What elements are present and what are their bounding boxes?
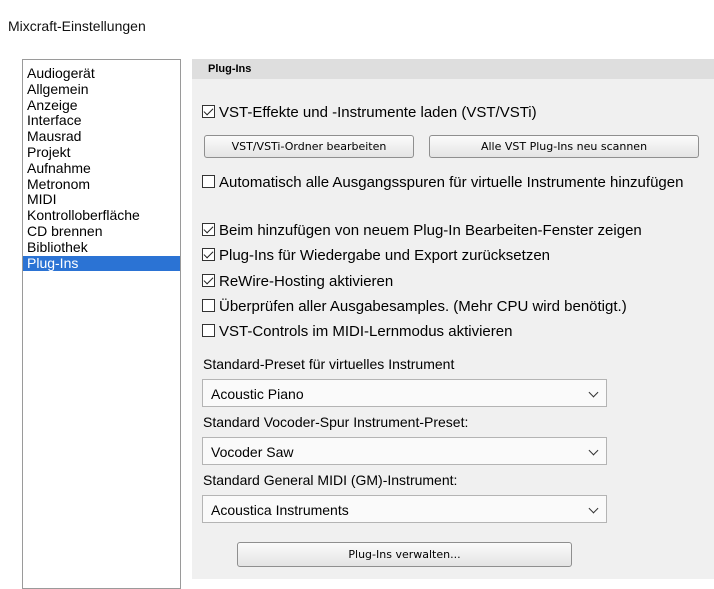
checkbox-label: VST-Controls im MIDI-Lernmodus aktiviere… — [219, 323, 513, 340]
sidebar-item-allgemein[interactable]: Allgemein — [23, 81, 180, 98]
checkbox-box[interactable] — [202, 324, 215, 337]
chevron-down-icon — [588, 387, 599, 398]
gm-instrument-select[interactable]: Acoustica Instruments — [202, 495, 607, 523]
checkbox-label: Überprüfen aller Ausgabesamples. (Mehr C… — [219, 298, 627, 315]
sidebar-item-midi[interactable]: MIDI — [23, 192, 180, 208]
vocoder-preset-label: Standard Vocoder-Spur Instrument-Preset: — [203, 414, 469, 430]
sidebar-item-interface[interactable]: Interface — [23, 113, 180, 129]
gm-instrument-label: Standard General MIDI (GM)-Instrument: — [203, 472, 458, 488]
plugins-settings-panel: Plug-Ins VST-Effekte und -Instrumente la… — [192, 59, 714, 579]
checkbox-box[interactable] — [202, 248, 215, 261]
chevron-down-icon — [588, 445, 599, 456]
settings-category-list: Audiogerät Allgemein Anzeige Interface M… — [22, 59, 181, 589]
select-value: Acoustica Instruments — [211, 502, 349, 518]
checkbox-box[interactable] — [202, 175, 215, 188]
checkbox-label: VST-Effekte und -Instrumente laden (VST/… — [219, 104, 537, 121]
edit-vst-folders-button[interactable]: VST/VSTi-Ordner bearbeiten — [204, 135, 414, 158]
sidebar-item-bibliothek[interactable]: Bibliothek — [23, 239, 180, 256]
window-title: Mixcraft-Einstellungen — [8, 18, 146, 34]
sidebar-item-metronom[interactable]: Metronom — [23, 176, 180, 193]
sidebar-item-mausrad[interactable]: Mausrad — [23, 128, 180, 145]
chevron-down-icon — [588, 503, 599, 514]
checkbox-box[interactable] — [202, 274, 215, 287]
sidebar-item-anzeige[interactable]: Anzeige — [23, 97, 180, 114]
checkbox-label: Automatisch alle Ausgangsspuren für virt… — [219, 174, 684, 191]
vocoder-preset-select[interactable]: Vocoder Saw — [202, 437, 607, 465]
sidebar-item-aufnahme[interactable]: Aufnahme — [23, 160, 180, 177]
sidebar-item-kontrolloberflaeche[interactable]: Kontrolloberfläche — [23, 207, 180, 224]
checkbox-box[interactable] — [202, 299, 215, 312]
panel-header: Plug-Ins — [192, 59, 714, 79]
checkbox-box[interactable] — [202, 105, 215, 118]
sidebar-item-cd-brennen[interactable]: CD brennen — [23, 223, 180, 240]
sidebar-item-audiogeraet[interactable]: Audiogerät — [23, 65, 180, 82]
instrument-preset-select[interactable]: Acoustic Piano — [202, 379, 607, 407]
checkbox-label: Beim hinzufügen von neuem Plug-In Bearbe… — [219, 222, 642, 239]
checkbox-label: Plug-Ins für Wiedergabe und Export zurüc… — [219, 247, 551, 264]
checkbox-label: ReWire-Hosting aktivieren — [219, 273, 394, 290]
select-value: Vocoder Saw — [211, 444, 294, 460]
rescan-vst-plugins-button[interactable]: Alle VST Plug-Ins neu scannen — [429, 135, 699, 158]
panel-title: Plug-Ins — [208, 63, 252, 75]
sidebar-item-plug-ins[interactable]: Plug-Ins — [23, 255, 180, 272]
sidebar-item-projekt[interactable]: Projekt — [23, 144, 180, 161]
select-value: Acoustic Piano — [211, 386, 304, 402]
manage-plugins-button[interactable]: Plug-Ins verwalten... — [237, 542, 572, 567]
checkbox-box[interactable] — [202, 223, 215, 236]
instrument-preset-label: Standard-Preset für virtuelles Instrumen… — [203, 356, 455, 372]
